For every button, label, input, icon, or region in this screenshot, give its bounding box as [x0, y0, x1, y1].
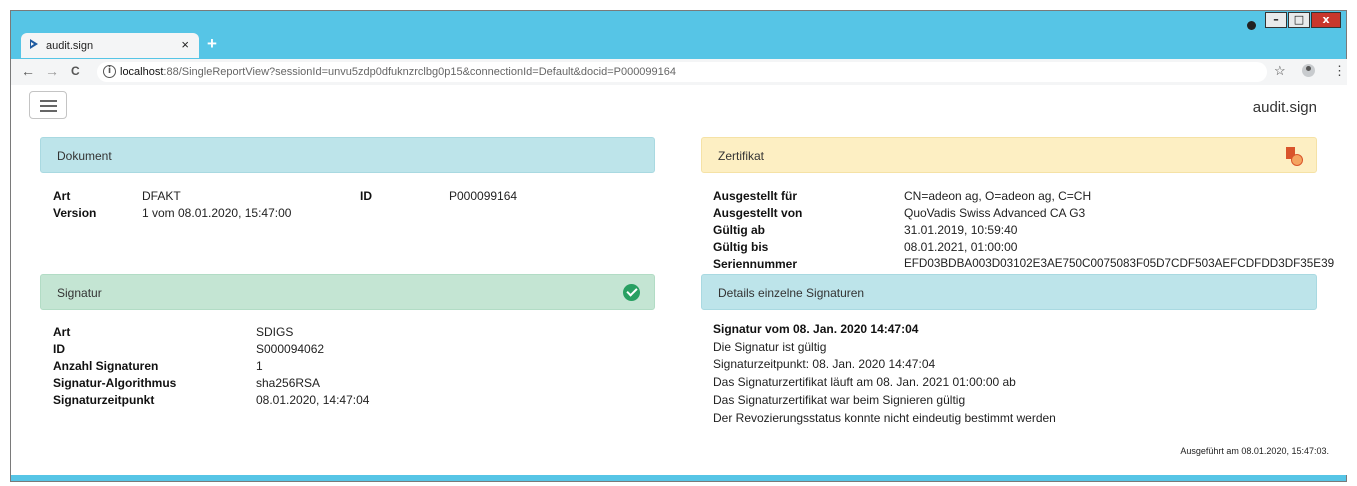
close-window-button[interactable]: x: [1311, 12, 1341, 28]
menu-dots-icon[interactable]: ⋮: [1333, 63, 1346, 79]
dokument-art-label: Art: [53, 189, 71, 203]
dokument-card-header: Dokument: [40, 137, 655, 173]
zertifikat-row-label: Ausgestellt für: [713, 189, 798, 203]
new-tab-button[interactable]: +: [207, 34, 217, 54]
tab-close-icon[interactable]: ×: [181, 37, 189, 52]
bookmark-star-icon[interactable]: ☆: [1274, 63, 1286, 79]
zertifikat-title: Zertifikat: [718, 149, 765, 163]
info-icon[interactable]: i: [103, 65, 116, 78]
certificate-icon[interactable]: [1284, 147, 1303, 166]
dokument-version-value: 1 vom 08.01.2020, 15:47:00: [142, 206, 292, 220]
details-line: Das Signaturzertifikat läuft am 08. Jan.…: [713, 375, 1016, 389]
dokument-title: Dokument: [57, 149, 112, 163]
tab-title: audit.sign: [46, 40, 94, 52]
page-content: audit.sign Dokument Art DFAKT Version 1 …: [11, 85, 1347, 475]
url-host: localhost: [120, 66, 164, 78]
maximize-button[interactable]: □: [1288, 12, 1310, 28]
zertifikat-row-value: 08.01.2021, 01:00:00: [904, 240, 1018, 254]
signatur-row-value: 08.01.2020, 14:47:04: [256, 393, 370, 407]
signatur-card-header: Signatur: [40, 274, 655, 310]
hamburger-line: [40, 105, 57, 107]
details-heading: Signatur vom 08. Jan. 2020 14:47:04: [713, 322, 919, 336]
dokument-id-label: ID: [360, 189, 372, 203]
check-circle-icon: [623, 284, 640, 301]
zertifikat-row-label: Gültig ab: [713, 223, 765, 237]
zertifikat-row-value: QuoVadis Swiss Advanced CA G3: [904, 206, 1086, 220]
dokument-id-value: P000099164: [449, 189, 518, 203]
signatur-row-value: 1: [256, 359, 263, 373]
profile-indicator-icon[interactable]: [1247, 21, 1256, 30]
address-toolbar: ← → C i localhost:88/SingleReportView?se…: [11, 59, 1347, 85]
brand-title: audit.sign: [1252, 99, 1317, 116]
account-icon[interactable]: [1302, 64, 1315, 77]
signatur-row-label: Anzahl Signaturen: [53, 359, 159, 373]
signatur-row-label: ID: [53, 342, 65, 356]
browser-tab[interactable]: audit.sign ×: [21, 33, 199, 58]
details-title: Details einzelne Signaturen: [718, 286, 865, 300]
details-line: Der Revozierungsstatus konnte nicht eind…: [713, 411, 1056, 425]
signatur-row-label: Signatur-Algorithmus: [53, 376, 177, 390]
zertifikat-row-label: Ausgestellt von: [713, 206, 803, 220]
details-line: Die Signatur ist gültig: [713, 340, 827, 354]
details-card-header: Details einzelne Signaturen: [701, 274, 1317, 310]
zertifikat-row-value: EFD03BDBA003D03102E3AE750C0075083F05D7CD…: [904, 257, 1335, 270]
zertifikat-card-header: Zertifikat: [701, 137, 1317, 173]
signatur-row-value: S000094062: [256, 342, 325, 356]
reload-icon[interactable]: C: [71, 64, 80, 78]
zertifikat-row-label: Seriennummer: [713, 257, 798, 271]
details-line: Das Signaturzertifikat war beim Signiere…: [713, 393, 966, 407]
hamburger-line: [40, 100, 57, 102]
details-line: Signaturzeitpunkt: 08. Jan. 2020 14:47:0…: [713, 357, 936, 371]
audit-sign-favicon-icon: [30, 39, 38, 49]
footer-timestamp: Ausgeführt am 08.01.2020, 15:47:03.: [1180, 446, 1329, 456]
address-bar[interactable]: i localhost:88/SingleReportView?sessionI…: [97, 62, 1267, 82]
signatur-title: Signatur: [57, 286, 102, 300]
url-path: :88/SingleReportView?sessionId=unvu5zdp0…: [163, 66, 677, 78]
signatur-row-label: Signaturzeitpunkt: [53, 393, 155, 407]
url-text: localhost:88/SingleReportView?sessionId=…: [120, 66, 676, 78]
dokument-version-label: Version: [53, 206, 97, 220]
forward-icon[interactable]: →: [45, 63, 59, 79]
hamburger-menu-button[interactable]: [29, 91, 67, 119]
signatur-row-value: SDIGS: [256, 325, 294, 339]
zertifikat-row-label: Gültig bis: [713, 240, 769, 254]
minimize-button[interactable]: –: [1265, 12, 1287, 28]
back-icon[interactable]: ←: [21, 63, 35, 79]
hamburger-line: [40, 110, 57, 112]
signatur-row-value: sha256RSA: [256, 376, 321, 390]
zertifikat-row-value: 31.01.2019, 10:59:40: [904, 223, 1018, 237]
zertifikat-row-value: CN=adeon ag, O=adeon ag, C=CH: [904, 189, 1092, 203]
signatur-row-label: Art: [53, 325, 71, 339]
dokument-art-value: DFAKT: [142, 189, 181, 203]
